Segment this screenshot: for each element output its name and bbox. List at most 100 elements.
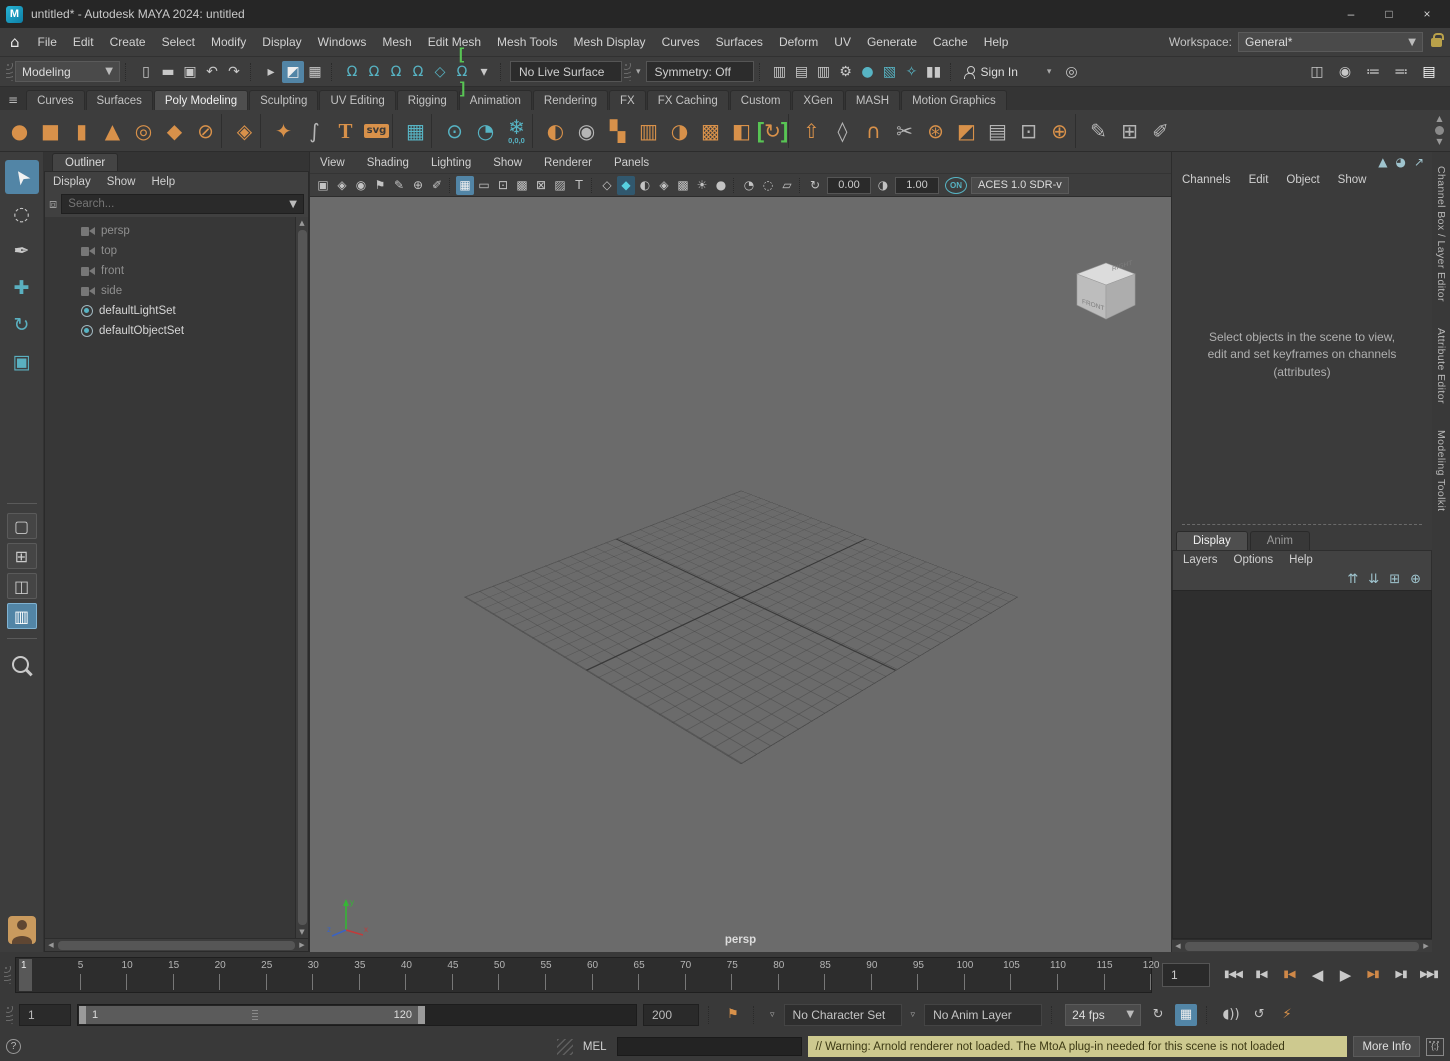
range-track[interactable]: 1 120 — [77, 1004, 637, 1026]
viewport-menu-item[interactable]: View — [320, 157, 345, 169]
outliner-menu-item[interactable]: Display — [53, 176, 91, 188]
viewport-menu-item[interactable]: Renderer — [544, 157, 592, 169]
layer-editor-menu-item[interactable]: Layers — [1183, 554, 1218, 566]
panel-divider[interactable] — [1182, 524, 1422, 525]
layout-four-pane[interactable]: ⊞ — [7, 543, 37, 569]
layer-editor-tab[interactable]: Display — [1176, 531, 1248, 550]
spin-edge-icon[interactable]: ↻ — [757, 113, 788, 149]
outliner-menu-item[interactable]: Show — [107, 176, 136, 188]
smooth-mesh-icon[interactable]: ⊕ — [1044, 113, 1075, 149]
render-view-icon[interactable]: ▥ — [769, 61, 791, 83]
select-object-icon[interactable]: ◩ — [282, 61, 304, 83]
fps-select[interactable]: 24 fps▼ — [1065, 1004, 1141, 1026]
shelf-tab[interactable]: FX — [609, 90, 646, 110]
grease-pencil-icon[interactable]: ✎ — [390, 176, 408, 195]
camera-icon[interactable]: ▣ — [314, 176, 332, 195]
move-tool[interactable]: ✚ — [5, 271, 39, 305]
screen-space-ao-icon[interactable]: ◔ — [740, 176, 758, 195]
outliner-hscrollbar[interactable]: ◀ ▶ — [45, 938, 308, 951]
scroll-thumb[interactable] — [1185, 942, 1419, 951]
shelf-tab[interactable]: Rendering — [533, 90, 608, 110]
maximize-button[interactable]: □ — [1372, 3, 1406, 25]
scroll-right-icon[interactable]: ▶ — [296, 941, 308, 949]
outliner-vscrollbar[interactable]: ▲ ▼ — [295, 217, 308, 938]
use-default-material-icon[interactable]: ◈ — [655, 176, 673, 195]
2d-pan-zoom-icon[interactable]: ⊕ — [409, 176, 427, 195]
redo-icon[interactable]: ↷ — [223, 61, 245, 83]
character-controls-icon[interactable]: ◉ — [1334, 61, 1356, 83]
snap-curves-icon[interactable]: Ω — [363, 61, 385, 83]
hypershade-icon[interactable]: ✧ — [901, 61, 923, 83]
snap-options-caret[interactable]: ▾ — [473, 61, 495, 83]
bookmark-icon[interactable]: ⚑ — [371, 176, 389, 195]
menu-item[interactable]: Surfaces — [708, 35, 771, 49]
layer-editor-tab[interactable]: Anim — [1250, 531, 1310, 550]
edit-curve-icon[interactable]: ⊞ — [1114, 113, 1145, 149]
play-backwards-button[interactable]: ◀ — [1304, 962, 1330, 988]
menu-item[interactable]: UV — [826, 35, 859, 49]
more-info-button[interactable]: More Info — [1353, 1036, 1420, 1057]
outliner-item-top[interactable]: top — [45, 241, 295, 261]
bevel-icon[interactable]: ◊ — [827, 113, 858, 149]
shelf-tab[interactable]: Surfaces — [86, 90, 153, 110]
exposure-icon[interactable]: ↻ — [806, 176, 824, 195]
quad-draw-icon[interactable]: ▤ — [982, 113, 1013, 149]
shelf-tab[interactable]: MASH — [845, 90, 900, 110]
viewport-menu-item[interactable]: Show — [493, 157, 522, 169]
scroll-up-icon[interactable]: ▲ — [299, 217, 304, 229]
shelf-tab[interactable]: Animation — [459, 90, 532, 110]
lock-camera-icon[interactable]: ◈ — [333, 176, 351, 195]
chevron-down-icon[interactable]: ▿ — [908, 1010, 919, 1020]
pause-viewport-icon[interactable]: ▮▮ — [923, 61, 945, 83]
move-layer-down-icon[interactable]: ⇊ — [1368, 572, 1379, 587]
scroll-down-icon[interactable]: ▼ — [299, 926, 304, 938]
channel-display-icon[interactable]: ▲ — [1378, 155, 1387, 169]
viewport-menu-item[interactable]: Shading — [367, 157, 409, 169]
poly-disc-icon[interactable]: ⊘ — [190, 113, 221, 149]
smooth-shade-icon[interactable]: ◆ — [617, 176, 635, 195]
isolate-select-icon[interactable]: ▱ — [778, 176, 796, 195]
channelbox-menu-item[interactable]: Edit — [1249, 174, 1269, 186]
render-current-frame-icon[interactable]: ▤ — [791, 61, 813, 83]
ipr-render-icon[interactable]: ▥ — [813, 61, 835, 83]
minimize-button[interactable]: – — [1334, 3, 1368, 25]
viewport-menu-item[interactable]: Lighting — [431, 157, 471, 169]
scale-tool[interactable]: ▣ — [5, 345, 39, 379]
outliner-item-defaultLightSet[interactable]: defaultLightSet — [45, 301, 295, 321]
animation-preferences-icon[interactable]: ▦ — [1175, 1004, 1197, 1026]
outliner-menu-item[interactable]: Help — [152, 176, 176, 188]
snap-points-icon[interactable]: Ω — [385, 61, 407, 83]
shelf-scroll-up-icon[interactable]: ▲ — [1436, 115, 1442, 123]
layer-editor-menu-item[interactable]: Help — [1289, 554, 1313, 566]
tab-channel-box-layer-editor[interactable]: Channel Box / Layer Editor — [1435, 166, 1447, 302]
new-scene-icon[interactable]: ▯ — [135, 61, 157, 83]
chevron-down-icon[interactable]: ▿ — [767, 1010, 778, 1020]
undo-icon[interactable]: ↶ — [201, 61, 223, 83]
outliner-item-side[interactable]: side — [45, 281, 295, 301]
svg-tool-icon[interactable]: svg — [361, 113, 392, 149]
shelf-tab[interactable]: UV Editing — [319, 90, 395, 110]
add-layer-from-selected-icon[interactable]: ⊕ — [1410, 572, 1421, 587]
menu-item[interactable]: Edit Mesh — [420, 35, 489, 49]
multi-cut-icon[interactable]: ✂ — [889, 113, 920, 149]
textured-icon[interactable]: ◐ — [636, 176, 654, 195]
contrast-icon[interactable]: ◑ — [874, 176, 892, 195]
range-grip[interactable] — [252, 1010, 258, 1020]
live-surface-field[interactable]: No Live Surface — [510, 61, 622, 82]
film-gate-icon[interactable]: ▭ — [475, 176, 493, 195]
sweep-mesh-icon[interactable]: ✦ — [268, 113, 299, 149]
select-hierarchy-icon[interactable]: ▸ — [260, 61, 282, 83]
hud-icon[interactable]: T — [570, 176, 588, 195]
image-plane-icon[interactable]: ▨ — [551, 176, 569, 195]
timeline-ruler[interactable]: 1 51015202530354045505560657075808590951… — [15, 957, 1152, 993]
channelbox-menu-item[interactable]: Show — [1338, 174, 1367, 186]
scroll-right-icon[interactable]: ▶ — [1420, 942, 1432, 950]
motion-blur-icon[interactable]: ◌ — [759, 176, 777, 195]
paint-select-tool[interactable]: ✒ — [5, 234, 39, 268]
sign-in-button[interactable]: Sign In ▾ — [960, 65, 1059, 79]
fill-hole-icon[interactable]: ▩ — [695, 113, 726, 149]
combine-icon[interactable]: ◉ — [571, 113, 602, 149]
grid-toggle-icon[interactable]: ▦ — [456, 176, 474, 195]
shelf-menu-icon[interactable]: ≡ — [8, 93, 18, 107]
move-layer-up-icon[interactable]: ⇈ — [1347, 572, 1358, 587]
